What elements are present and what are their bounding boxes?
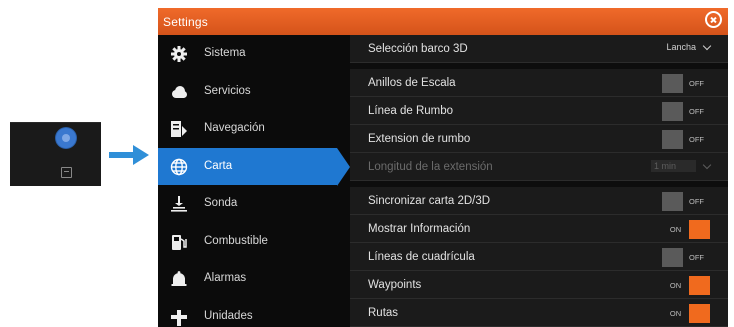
- sonar-icon: [171, 196, 187, 212]
- setting-label: Sincronizar carta 2D/3D: [368, 195, 491, 207]
- toggle-knob: [662, 74, 683, 93]
- sidebar-item-sistema[interactable]: Sistema: [158, 35, 350, 73]
- device-screen-thumbnail: [10, 122, 101, 186]
- toggle-state: OFF: [689, 79, 704, 88]
- sidebar-item-alarmas[interactable]: Alarmas: [158, 260, 350, 298]
- show-info-toggle[interactable]: ON: [662, 220, 710, 239]
- alarm-bell-icon: [171, 271, 187, 286]
- setting-label: Rutas: [368, 307, 399, 319]
- setting-heading-extension: Extension de rumbo OFF: [350, 125, 728, 153]
- sidebar-item-label: Combustible: [204, 234, 268, 247]
- toggle-state: OFF: [689, 135, 704, 144]
- toggle-knob: [662, 192, 683, 211]
- waypoints-toggle[interactable]: ON: [662, 276, 710, 295]
- chevron-down-icon: [702, 41, 712, 50]
- sidebar-item-unidades[interactable]: Unidades: [158, 298, 350, 327]
- setting-label: Línea de Rumbo: [368, 105, 454, 117]
- sidebar-item-label: Sistema: [204, 47, 246, 59]
- range-rings-toggle[interactable]: OFF: [662, 74, 710, 93]
- heading-line-toggle[interactable]: OFF: [662, 102, 710, 121]
- window-icon: [61, 167, 72, 178]
- pointer-arrow-icon: [109, 145, 149, 165]
- toggle-knob: [662, 248, 683, 267]
- routes-toggle[interactable]: ON: [662, 304, 710, 323]
- settings-sidebar: Sistema Servicios Navegación Carta Sonda…: [158, 35, 350, 327]
- setting-extension-length: Longitud de la extensión 1 min: [350, 153, 728, 181]
- sidebar-item-combustible[interactable]: Combustible: [158, 223, 350, 261]
- settings-content: Selección barco 3D Lancha Anillos de Esc…: [350, 35, 728, 327]
- setting-label: Mostrar Información: [368, 223, 471, 235]
- toggle-state: ON: [669, 225, 682, 234]
- toggle-knob: [689, 220, 710, 239]
- setting-heading-line: Línea de Rumbo OFF: [350, 97, 728, 125]
- setting-range-rings: Anillos de Escala OFF: [350, 69, 728, 97]
- setting-label: Líneas de cuadrícula: [368, 251, 475, 263]
- heading-extension-toggle[interactable]: OFF: [662, 130, 710, 149]
- boat3d-dropdown[interactable]: Lancha: [666, 41, 712, 52]
- close-icon[interactable]: [705, 11, 722, 28]
- sidebar-item-label: Servicios: [204, 84, 251, 97]
- extension-length-dropdown[interactable]: 1 min: [650, 160, 712, 172]
- setting-label: Selección barco 3D: [368, 43, 468, 55]
- fuel-pump-icon: [172, 234, 187, 250]
- setting-label: Extension de rumbo: [368, 133, 471, 145]
- setting-label: Longitud de la extensión: [368, 161, 493, 173]
- dropdown-value: Lancha: [666, 42, 696, 52]
- gear-icon: [171, 46, 187, 62]
- grid-lines-toggle[interactable]: OFF: [662, 248, 710, 267]
- toggle-knob: [689, 304, 710, 323]
- setting-label: Anillos de Escala: [368, 77, 456, 89]
- sidebar-item-sonda[interactable]: Sonda: [158, 185, 350, 223]
- sidebar-item-label: Unidades: [204, 309, 253, 322]
- setting-sync-2d3d: Sincronizar carta 2D/3D OFF: [350, 187, 728, 215]
- setting-routes: Rutas ON: [350, 299, 728, 327]
- toggle-knob: [662, 130, 683, 149]
- sync-2d3d-toggle[interactable]: OFF: [662, 192, 710, 211]
- toggle-knob: [662, 102, 683, 121]
- units-icon: [171, 309, 187, 326]
- dropdown-value: 1 min: [650, 160, 696, 172]
- sidebar-item-label: Sonda: [204, 197, 238, 209]
- toggle-state: OFF: [689, 253, 704, 262]
- title-bar: Settings: [158, 8, 728, 35]
- setting-grid-lines: Líneas de cuadrícula OFF: [350, 243, 728, 271]
- setting-waypoints: Waypoints ON: [350, 271, 728, 299]
- window-title: Settings: [163, 15, 208, 29]
- sidebar-item-navegacion[interactable]: Navegación: [158, 110, 350, 148]
- toggle-state: ON: [669, 309, 682, 318]
- toggle-knob: [689, 276, 710, 295]
- toggle-state: OFF: [689, 107, 704, 116]
- toggle-state: OFF: [689, 197, 704, 206]
- sidebar-item-carta[interactable]: Carta: [158, 147, 350, 185]
- sidebar-item-label: Navegación: [204, 122, 265, 134]
- globe-icon: [170, 158, 188, 175]
- settings-shortcut-icon: [56, 128, 76, 148]
- toggle-state: ON: [669, 281, 682, 290]
- setting-boat3d: Selección barco 3D Lancha: [350, 35, 728, 63]
- setting-show-info: Mostrar Información ON: [350, 215, 728, 243]
- setting-label: Waypoints: [368, 279, 422, 291]
- cloud-icon: [172, 85, 187, 98]
- sidebar-item-label: Carta: [204, 159, 233, 172]
- chevron-down-icon: [702, 160, 712, 169]
- sidebar-item-servicios[interactable]: Servicios: [158, 73, 350, 111]
- sidebar-item-label: Alarmas: [204, 272, 247, 284]
- settings-window: Settings Sistema Servicios Navegación Ca…: [158, 8, 728, 327]
- navigation-icon: [171, 121, 187, 137]
